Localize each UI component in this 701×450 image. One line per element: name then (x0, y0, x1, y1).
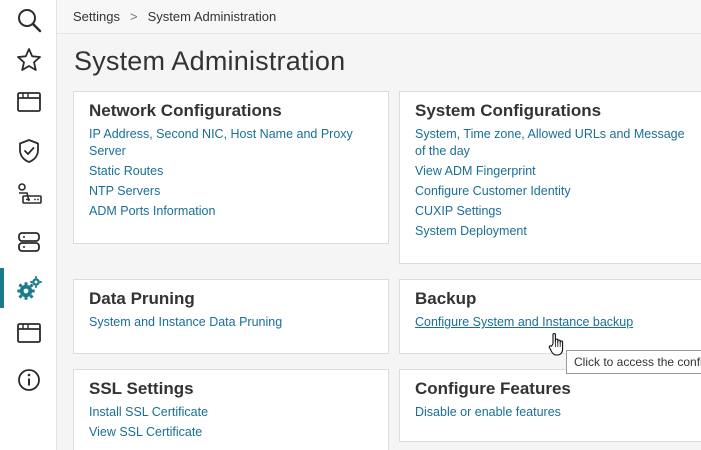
shield-icon (18, 139, 39, 163)
customer-identity-link[interactable]: Configure Customer Identity (415, 183, 693, 200)
sidebar-item-security[interactable] (0, 131, 57, 171)
network-configurations-card: Network Configurations IP Address, Secon… (73, 91, 389, 244)
hand-cursor-icon (548, 332, 564, 356)
adm-ports-link[interactable]: ADM Ports Information (89, 203, 373, 220)
sidebar-item-infrastructure[interactable] (0, 222, 57, 262)
card-title: Data Pruning (89, 289, 195, 308)
view-ssl-link[interactable]: View SSL Certificate (89, 424, 373, 441)
data-pruning-link[interactable]: System and Instance Data Pruning (89, 314, 373, 331)
window-icon (16, 323, 41, 343)
configure-features-card: Configure Features Disable or enable fea… (399, 369, 701, 442)
static-routes-link[interactable]: Static Routes (89, 163, 373, 180)
breadcrumb-current: System Administration (147, 9, 277, 24)
card-title: SSL Settings (89, 379, 194, 398)
breadcrumb-settings[interactable]: Settings (73, 9, 120, 24)
server-icon (17, 232, 40, 252)
info-icon (17, 369, 40, 391)
sidebar-item-applications[interactable] (0, 313, 57, 353)
sidebar-item-window[interactable] (0, 82, 57, 122)
breadcrumb: Settings > System Administration (57, 0, 701, 34)
adm-fingerprint-link[interactable]: View ADM Fingerprint (415, 163, 693, 180)
data-pruning-card: Data Pruning System and Instance Data Pr… (73, 279, 389, 354)
system-configurations-card: System Configurations System, Time zone,… (399, 91, 701, 264)
breadcrumb-separator: > (129, 9, 138, 24)
configure-backup-link[interactable]: Configure System and Instance backup (415, 314, 693, 331)
card-title: System Configurations (415, 101, 602, 120)
page-title: System Administration (74, 46, 346, 76)
ssl-settings-card: SSL Settings Install SSL Certificate Vie… (73, 369, 389, 450)
sidebar-item-network[interactable] (0, 174, 57, 214)
sidebar-item-settings[interactable] (0, 268, 57, 308)
system-deployment-link[interactable]: System Deployment (415, 223, 693, 240)
star-icon (16, 48, 41, 71)
network-device-icon (17, 183, 42, 204)
search-icon (17, 9, 41, 33)
sidebar-item-favorites[interactable] (0, 40, 57, 80)
card-title: Network Configurations (89, 101, 282, 120)
sidebar-item-info[interactable] (0, 360, 57, 400)
sidebar-item-search[interactable] (0, 0, 57, 40)
sidebar (0, 0, 57, 450)
window-icon (16, 92, 41, 112)
install-ssl-link[interactable]: Install SSL Certificate (89, 404, 373, 421)
ip-address-link[interactable]: IP Address, Second NIC, Host Name and Pr… (89, 126, 373, 160)
card-title: Backup (415, 289, 477, 308)
ntp-servers-link[interactable]: NTP Servers (89, 183, 373, 200)
tooltip: Click to access the confi (566, 350, 701, 374)
card-title: Configure Features (415, 379, 571, 398)
gears-icon (16, 276, 42, 300)
system-timezone-link[interactable]: System, Time zone, Allowed URLs and Mess… (415, 126, 693, 160)
cuxip-settings-link[interactable]: CUXIP Settings (415, 203, 693, 220)
features-link[interactable]: Disable or enable features (415, 404, 693, 421)
